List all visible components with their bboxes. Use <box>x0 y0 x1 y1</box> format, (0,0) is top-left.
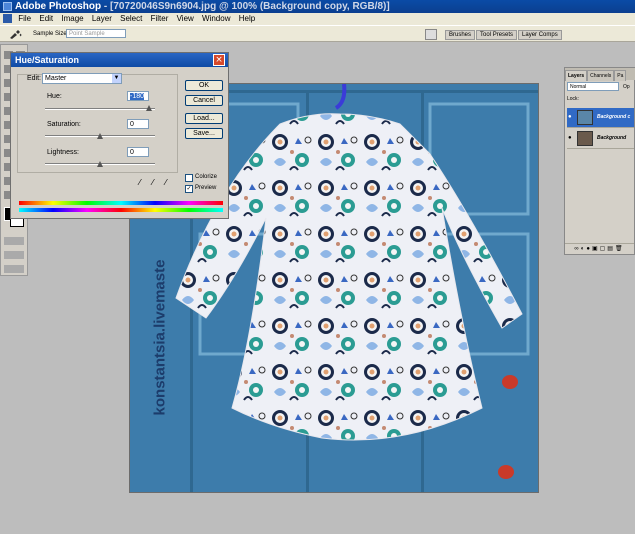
tab-paths[interactable]: Pa <box>614 70 627 81</box>
layers-panel-footer-icons[interactable]: ∞◐●▣▢▤🗑 <box>565 243 634 254</box>
tab-brushes[interactable]: Brushes <box>445 30 476 40</box>
eyedropper-tool-icon[interactable] <box>8 29 22 39</box>
screen-mode-icon[interactable] <box>4 251 24 259</box>
lightness-label: Lightness: <box>47 149 79 156</box>
eyedropper-minus-icon[interactable]: ⁄ <box>165 179 173 187</box>
hue-slider-track[interactable] <box>45 108 155 110</box>
lightness-input[interactable]: 0 <box>127 147 149 157</box>
canvas-watermark: konstantsia.livemaste <box>151 259 169 416</box>
colorize-label: Colorize <box>195 174 218 180</box>
menu-help[interactable]: Help <box>239 14 255 23</box>
layer-thumbnail <box>577 131 593 146</box>
hue-saturation-dialog: Hue/Saturation × Edit: Master ▼ Hue: -180… <box>10 52 229 219</box>
eye-icon[interactable]: ● <box>568 114 574 120</box>
sample-size-label: Sample Size: <box>33 31 69 37</box>
tab-tool-presets[interactable]: Tool Presets <box>476 30 518 40</box>
hue-input[interactable]: -180 <box>127 91 149 101</box>
menu-layer[interactable]: Layer <box>92 14 112 23</box>
edit-select[interactable]: Master ▼ <box>42 73 122 84</box>
palette-well: Brushes Tool Presets Layer Comps <box>445 30 563 40</box>
blend-mode-select[interactable]: Normal <box>567 82 619 91</box>
eye-icon[interactable]: ● <box>568 135 574 141</box>
layer-thumbnail <box>577 110 593 125</box>
preview-checkbox[interactable]: ✓ Preview <box>185 185 216 193</box>
eyedropper-icon[interactable]: ⁄ <box>139 179 147 187</box>
app-titlebar: Adobe Photoshop - [70720046S9n6904.jpg @… <box>0 0 635 13</box>
output-color-bar <box>19 208 223 212</box>
layer-name: Background c <box>597 114 631 120</box>
load-button[interactable]: Load... <box>185 113 223 124</box>
colorize-checkbox[interactable]: Colorize <box>185 174 217 182</box>
layer-row[interactable]: ● Background <box>567 129 634 149</box>
options-bar: Sample Size: Point Sample Brushes Tool Pr… <box>0 25 635 42</box>
document-title: - [70720046S9n6904.jpg @ 100% (Backgroun… <box>101 1 390 12</box>
layers-panel: Layers Channels Pa Normal Op Lock: ● Backg… <box>564 67 635 255</box>
photoshop-logo-icon <box>3 2 12 11</box>
save-button[interactable]: Save... <box>185 128 223 139</box>
dialog-title: Hue/Saturation <box>11 53 228 67</box>
preview-label: Preview <box>195 185 217 191</box>
palette-well-button[interactable] <box>425 29 437 40</box>
menu-edit[interactable]: Edit <box>39 14 53 23</box>
colorize-box <box>185 174 193 182</box>
quick-mask-mode-icon[interactable] <box>4 237 24 245</box>
lightness-slider-thumb[interactable] <box>97 161 103 167</box>
menu-filter[interactable]: Filter <box>151 14 169 23</box>
saturation-label: Saturation: <box>47 121 81 128</box>
layer-name: Background <box>597 135 627 141</box>
hue-value: -180 <box>130 93 145 100</box>
saturation-slider-thumb[interactable] <box>97 133 103 139</box>
layers-panel-tabs: Layers Channels Pa <box>565 68 635 81</box>
jump-to-imageready-icon[interactable] <box>4 265 24 273</box>
edit-label: Edit: <box>27 75 42 82</box>
hue-label: Hue: <box>47 93 62 100</box>
tab-channels[interactable]: Channels <box>587 70 615 81</box>
menu-bar: File Edit Image Layer Select Filter View… <box>0 13 635 25</box>
cancel-button[interactable]: Cancel <box>185 95 223 106</box>
input-color-bar <box>19 201 223 205</box>
chevron-down-icon: ▼ <box>112 74 121 83</box>
edit-select-value: Master <box>45 75 67 82</box>
lock-label: Lock: <box>567 96 579 102</box>
preview-box-checked: ✓ <box>185 185 193 193</box>
hue-slider-thumb[interactable] <box>146 105 152 111</box>
dialog-close-button[interactable]: × <box>213 54 225 66</box>
tab-layer-comps[interactable]: Layer Comps <box>518 30 562 40</box>
menu-image[interactable]: Image <box>61 14 83 23</box>
saturation-input[interactable]: 0 <box>127 119 149 129</box>
menu-window[interactable]: Window <box>202 14 230 23</box>
menu-file[interactable]: File <box>18 14 31 23</box>
menu-view[interactable]: View <box>177 14 194 23</box>
menu-select[interactable]: Select <box>120 14 142 23</box>
app-title: Adobe Photoshop <box>15 1 102 12</box>
opacity-label: Op <box>623 84 630 90</box>
layer-row[interactable]: ● Background c <box>567 108 634 128</box>
ok-button[interactable]: OK <box>185 80 223 91</box>
tab-layers[interactable]: Layers <box>565 70 588 81</box>
sample-size-select[interactable]: Point Sample <box>66 29 126 38</box>
app-menu-icon[interactable] <box>3 14 12 23</box>
adjustment-group <box>17 74 178 173</box>
eyedropper-plus-icon[interactable]: ⁄ <box>152 179 160 187</box>
